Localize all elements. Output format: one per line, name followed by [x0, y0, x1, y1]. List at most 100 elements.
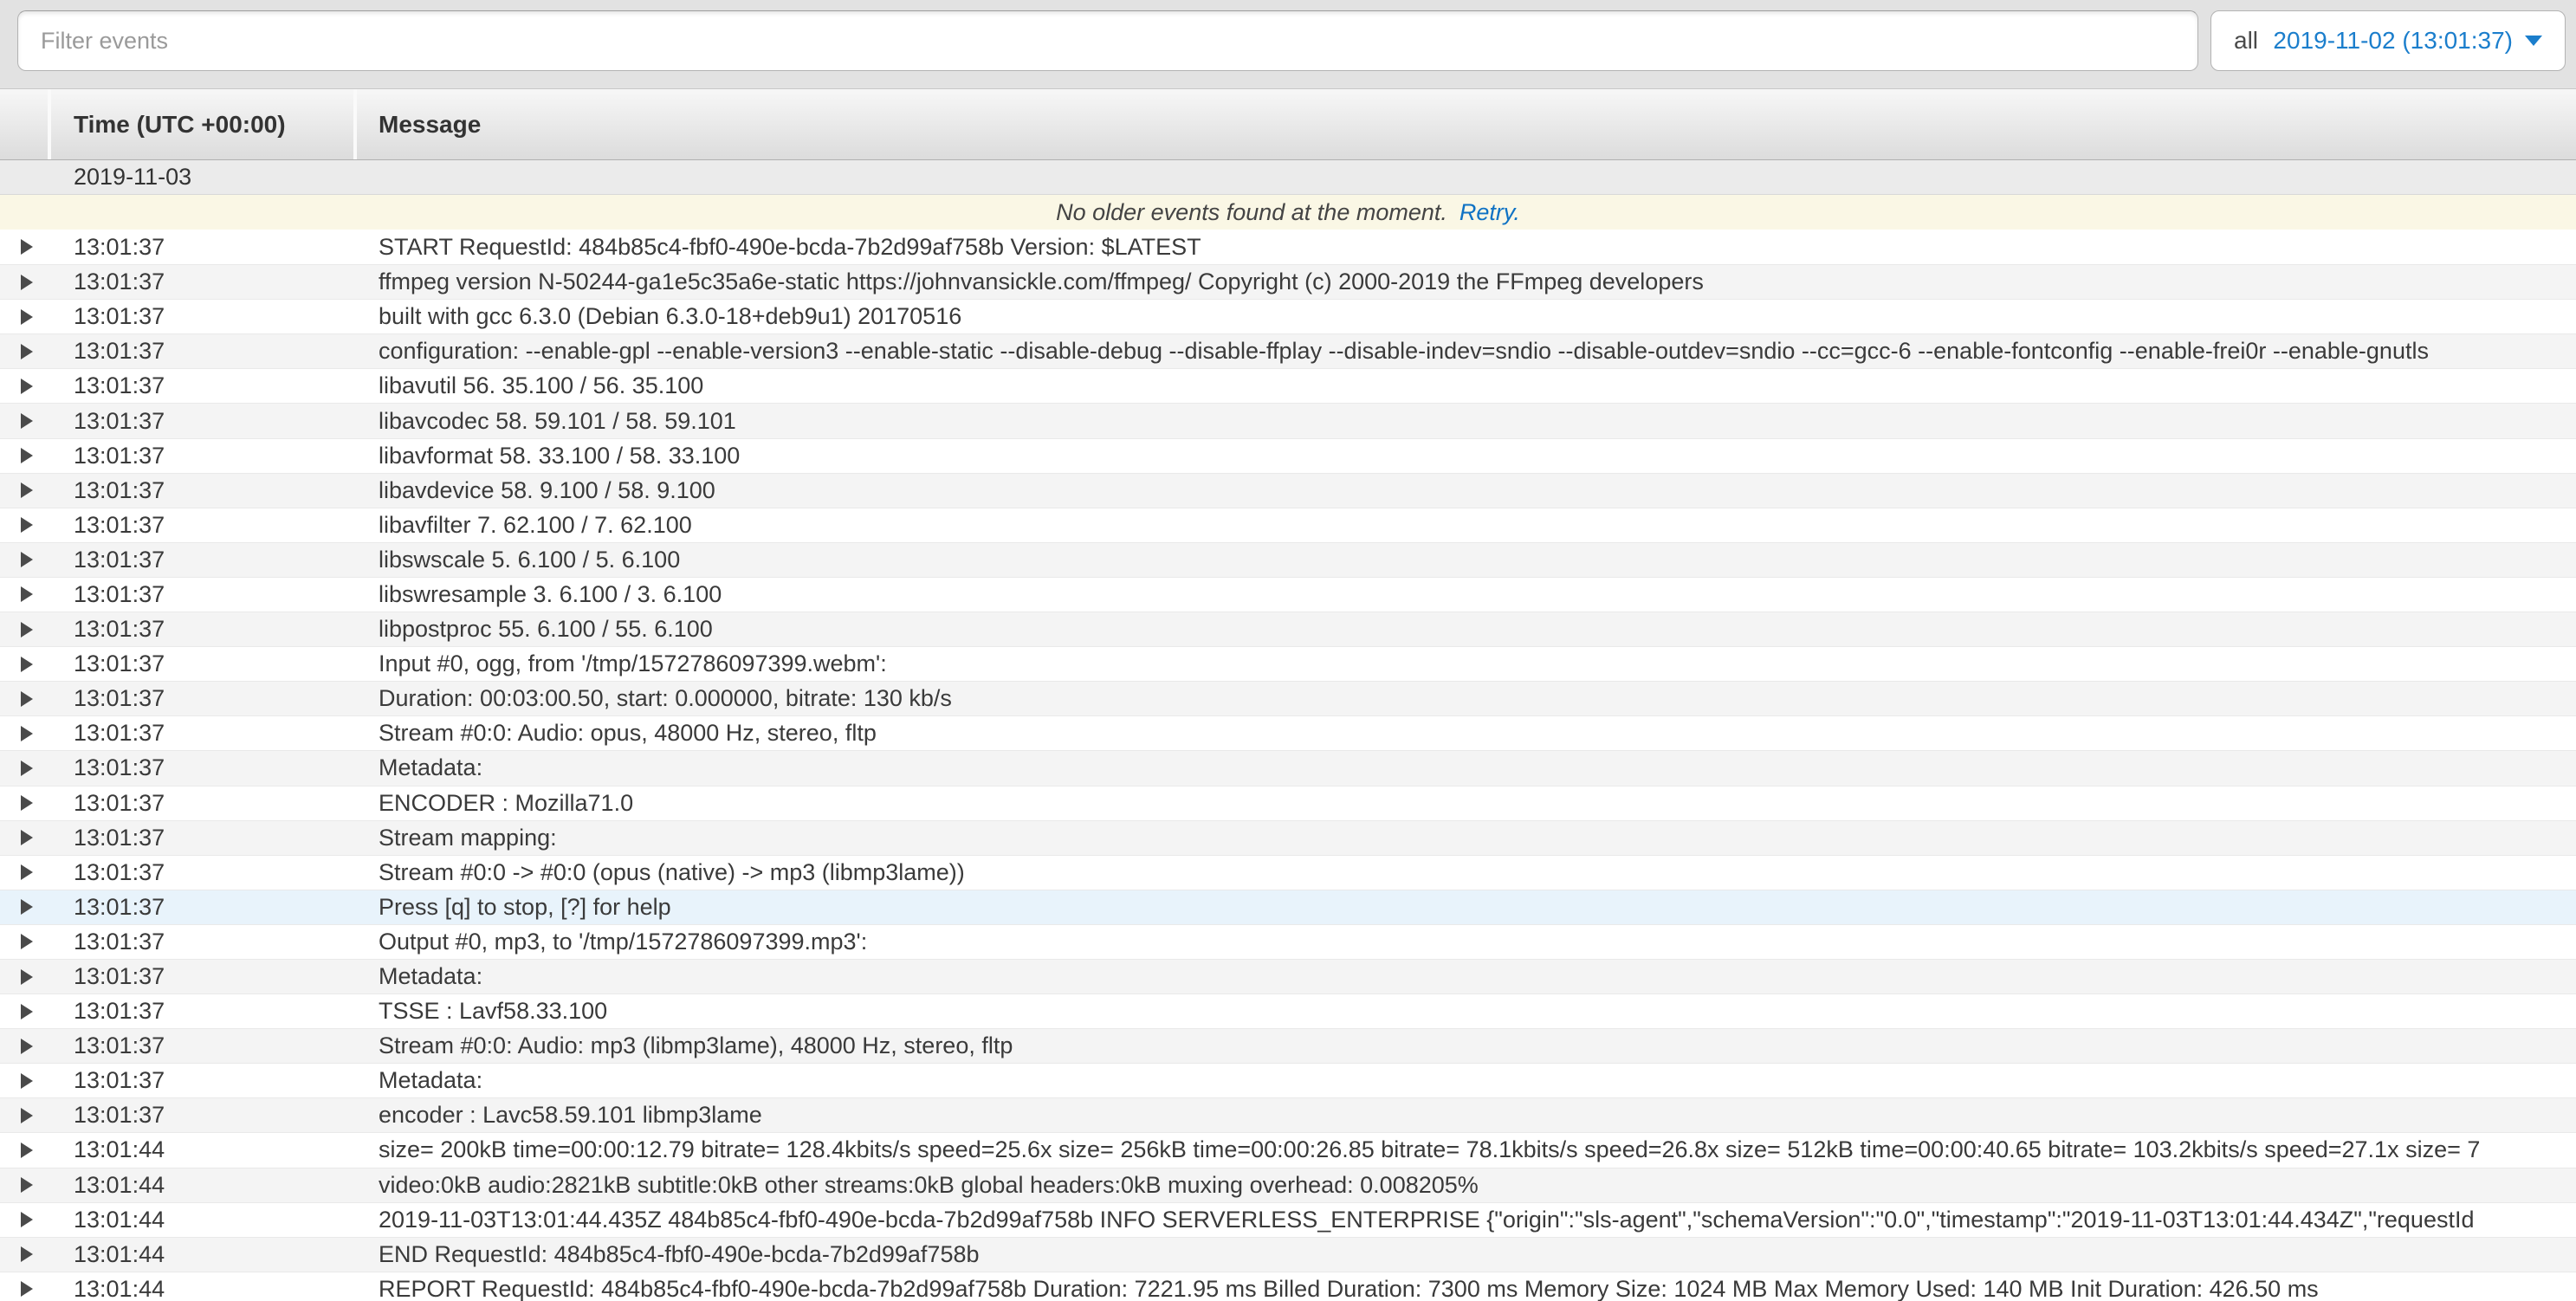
log-row[interactable]: 13:01:37 Metadata: [0, 1063, 2576, 1097]
event-time: 13:01:37 [48, 269, 353, 295]
event-time: 13:01:44 [48, 1241, 353, 1268]
log-row[interactable]: 13:01:37 libswresample 3. 6.100 / 3. 6.1… [0, 577, 2576, 612]
event-time: 13:01:37 [48, 825, 353, 851]
event-message: Input #0, ogg, from '/tmp/1572786097399.… [353, 650, 2576, 677]
log-row[interactable]: 13:01:37 libavdevice 58. 9.100 / 58. 9.1… [0, 473, 2576, 508]
expand-arrow-icon[interactable] [0, 899, 48, 915]
expand-arrow-icon[interactable] [0, 1039, 48, 1054]
event-time: 13:01:37 [48, 998, 353, 1025]
log-row[interactable]: 13:01:37 Metadata: [0, 959, 2576, 994]
expand-arrow-icon[interactable] [0, 934, 48, 949]
triangle-right-icon [21, 864, 33, 880]
expand-arrow-icon[interactable] [0, 657, 48, 672]
event-time: 13:01:37 [48, 234, 353, 261]
range-date-link[interactable]: 2019-11-02 (13:01:37) [2273, 27, 2542, 55]
triangle-right-icon [21, 830, 33, 845]
triangle-right-icon [21, 344, 33, 359]
expand-arrow-icon[interactable] [0, 795, 48, 811]
event-message: libavformat 58. 33.100 / 58. 33.100 [353, 443, 2576, 469]
expand-arrow-icon[interactable] [0, 622, 48, 638]
time-column-header: Time (UTC +00:00) [48, 89, 353, 159]
log-row[interactable]: 13:01:37 Input #0, ogg, from '/tmp/15727… [0, 646, 2576, 681]
event-time: 13:01:44 [48, 1276, 353, 1301]
log-row[interactable]: 13:01:37 Metadata: [0, 750, 2576, 785]
expand-arrow-icon[interactable] [0, 239, 48, 255]
expand-column-header [0, 89, 48, 159]
date-range-dropdown[interactable]: all 2019-11-02 (13:01:37) [2210, 10, 2566, 71]
range-scope-label: all [2234, 27, 2258, 55]
event-time: 13:01:37 [48, 790, 353, 817]
expand-arrow-icon[interactable] [0, 552, 48, 567]
expand-arrow-icon[interactable] [0, 864, 48, 880]
event-message: Metadata: [353, 754, 2576, 781]
log-row[interactable]: 13:01:37 libavfilter 7. 62.100 / 7. 62.1… [0, 508, 2576, 542]
event-message: video:0kB audio:2821kB subtitle:0kB othe… [353, 1172, 2576, 1199]
log-row[interactable]: 13:01:37 libavformat 58. 33.100 / 58. 33… [0, 438, 2576, 473]
expand-arrow-icon[interactable] [0, 726, 48, 741]
log-row[interactable]: 13:01:37 Stream mapping: [0, 820, 2576, 855]
log-row[interactable]: 13:01:37 Duration: 00:03:00.50, start: 0… [0, 681, 2576, 715]
filter-events-input[interactable] [17, 10, 2198, 71]
log-row[interactable]: 13:01:37 libavutil 56. 35.100 / 56. 35.1… [0, 368, 2576, 403]
retry-link[interactable]: Retry. [1460, 199, 1520, 226]
event-message: Output #0, mp3, to '/tmp/1572786097399.m… [353, 929, 2576, 955]
expand-arrow-icon[interactable] [0, 1004, 48, 1019]
expand-arrow-icon[interactable] [0, 1142, 48, 1158]
log-row[interactable]: 13:01:37 ENCODER : Mozilla71.0 [0, 786, 2576, 820]
expand-arrow-icon[interactable] [0, 344, 48, 359]
log-row[interactable]: 13:01:37 libswscale 5. 6.100 / 5. 6.100 [0, 542, 2576, 577]
log-row[interactable]: 13:01:37 configuration: --enable-gpl --e… [0, 333, 2576, 368]
event-message: ENCODER : Mozilla71.0 [353, 790, 2576, 817]
log-row[interactable]: 13:01:37 START RequestId: 484b85c4-fbf0-… [0, 230, 2576, 264]
log-row[interactable]: 13:01:44 REPORT RequestId: 484b85c4-fbf0… [0, 1272, 2576, 1301]
expand-arrow-icon[interactable] [0, 413, 48, 429]
expand-arrow-icon[interactable] [0, 517, 48, 533]
triangle-right-icon [21, 552, 33, 567]
event-time: 13:01:37 [48, 650, 353, 677]
expand-arrow-icon[interactable] [0, 586, 48, 602]
triangle-right-icon [21, 413, 33, 429]
expand-arrow-icon[interactable] [0, 448, 48, 463]
log-row[interactable]: 13:01:44 size= 200kB time=00:00:12.79 bi… [0, 1132, 2576, 1167]
triangle-right-icon [21, 1039, 33, 1054]
expand-arrow-icon[interactable] [0, 1177, 48, 1193]
log-row[interactable]: 13:01:37 Stream #0:0: Audio: opus, 48000… [0, 715, 2576, 750]
event-time: 13:01:37 [48, 720, 353, 747]
triangle-right-icon [21, 934, 33, 949]
event-message: END RequestId: 484b85c4-fbf0-490e-bcda-7… [353, 1241, 2576, 1268]
expand-arrow-icon[interactable] [0, 379, 48, 394]
log-row[interactable]: 13:01:44 video:0kB audio:2821kB subtitle… [0, 1168, 2576, 1202]
log-row[interactable]: 13:01:37 ffmpeg version N-50244-ga1e5c35… [0, 264, 2576, 299]
log-row[interactable]: 13:01:37 Stream #0:0: Audio: mp3 (libmp3… [0, 1028, 2576, 1063]
log-row[interactable]: 13:01:37 Press [q] to stop, [?] for help [0, 890, 2576, 924]
event-time: 13:01:44 [48, 1172, 353, 1199]
event-message: Metadata: [353, 963, 2576, 990]
log-row[interactable]: 13:01:44 2019-11-03T13:01:44.435Z 484b85… [0, 1202, 2576, 1237]
expand-arrow-icon[interactable] [0, 309, 48, 325]
expand-arrow-icon[interactable] [0, 1281, 48, 1297]
log-row[interactable]: 13:01:44 END RequestId: 484b85c4-fbf0-49… [0, 1237, 2576, 1272]
message-column-header: Message [353, 89, 2576, 159]
expand-arrow-icon[interactable] [0, 1073, 48, 1089]
expand-arrow-icon[interactable] [0, 761, 48, 776]
expand-arrow-icon[interactable] [0, 1108, 48, 1123]
triangle-right-icon [21, 586, 33, 602]
log-row[interactable]: 13:01:37 built with gcc 6.3.0 (Debian 6.… [0, 299, 2576, 333]
log-row[interactable]: 13:01:37 Stream #0:0 -> #0:0 (opus (nati… [0, 855, 2576, 890]
log-row[interactable]: 13:01:37 libpostproc 55. 6.100 / 55. 6.1… [0, 612, 2576, 646]
triangle-right-icon [21, 1073, 33, 1089]
expand-arrow-icon[interactable] [0, 969, 48, 985]
expand-arrow-icon[interactable] [0, 1212, 48, 1227]
log-row[interactable]: 13:01:37 libavcodec 58. 59.101 / 58. 59.… [0, 403, 2576, 437]
expand-arrow-icon[interactable] [0, 830, 48, 845]
log-row[interactable]: 13:01:37 Output #0, mp3, to '/tmp/157278… [0, 924, 2576, 959]
triangle-right-icon [21, 482, 33, 498]
triangle-right-icon [21, 379, 33, 394]
expand-arrow-icon[interactable] [0, 482, 48, 498]
log-row[interactable]: 13:01:37 TSSE : Lavf58.33.100 [0, 994, 2576, 1028]
expand-arrow-icon[interactable] [0, 1246, 48, 1262]
expand-arrow-icon[interactable] [0, 275, 48, 290]
log-row[interactable]: 13:01:37 encoder : Lavc58.59.101 libmp3l… [0, 1097, 2576, 1132]
expand-arrow-icon[interactable] [0, 691, 48, 707]
event-message: libavcodec 58. 59.101 / 58. 59.101 [353, 408, 2576, 435]
